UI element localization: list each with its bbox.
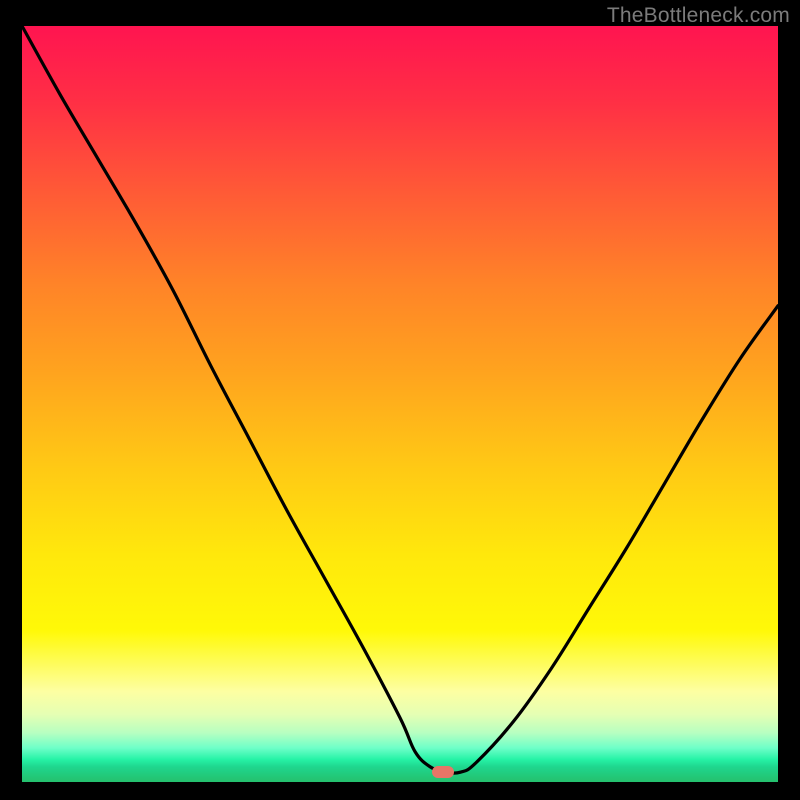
chart-frame: TheBottleneck.com <box>0 0 800 800</box>
bottleneck-curve <box>22 26 778 782</box>
watermark-text: TheBottleneck.com <box>607 4 790 28</box>
min-marker <box>432 766 454 778</box>
plot-area <box>22 26 778 782</box>
